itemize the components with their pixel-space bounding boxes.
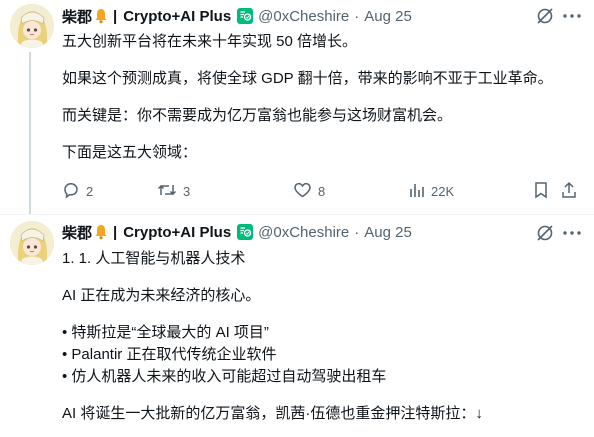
bookmark-icon — [533, 181, 549, 202]
text-line: 下面是这五大领域： — [62, 144, 198, 161]
thread-connector — [29, 52, 31, 214]
tweet-2[interactable]: 柴郡 | Crypto+AI Plus @0xCheshire · Aug 25… — [0, 215, 594, 437]
tweet-date[interactable]: Aug 25 — [364, 8, 412, 25]
tweet-1[interactable]: 柴郡 | Crypto+AI Plus @0xCheshire · Aug 25… — [0, 0, 594, 215]
retweet-button[interactable]: 3 — [157, 178, 190, 204]
share-button[interactable] — [560, 178, 578, 204]
grok-icon[interactable] — [535, 223, 555, 243]
share-icon — [560, 181, 578, 202]
tweet-text: 1. 1. 人工智能与机器人技术 AI 正在成为未来经济的核心。 • 特斯拉是“… — [62, 248, 582, 425]
author-name[interactable]: 柴郡 — [62, 222, 92, 243]
like-count: 8 — [318, 183, 326, 199]
author-subtitle[interactable]: Crypto+AI Plus — [123, 8, 231, 25]
grok-icon[interactable] — [535, 6, 555, 26]
text-line: • Palantir 正在取代传统企业软件 — [62, 346, 277, 363]
author-subtitle[interactable]: Crypto+AI Plus — [123, 224, 231, 241]
text-line: AI 将诞生一大批新的亿万富翁，凯茜·伍德也重金押注特斯拉：↓ — [62, 405, 483, 422]
meta-dot: · — [354, 223, 360, 241]
meta-dot: · — [354, 7, 360, 25]
tweet-header: 柴郡 | Crypto+AI Plus @0xCheshire · Aug 25 — [62, 5, 412, 27]
action-bar: 2 3 8 22K — [62, 178, 590, 204]
reply-icon — [62, 181, 80, 202]
like-button[interactable]: 8 — [293, 178, 325, 204]
more-icon[interactable] — [560, 223, 584, 243]
text-line: • 特斯拉是“全球最大的 AI 项目” — [62, 324, 269, 341]
verified-badge-icon — [237, 8, 254, 24]
avatar[interactable] — [10, 221, 54, 265]
tweet-date[interactable]: Aug 25 — [364, 224, 412, 241]
text-line: 而关键是：你不需要成为亿万富翁也能参与这场财富机会。 — [62, 107, 453, 124]
text-gap — [62, 270, 582, 285]
tweet-header: 柴郡 | Crypto+AI Plus @0xCheshire · Aug 25 — [62, 221, 412, 243]
author-handle[interactable]: @0xCheshire — [258, 8, 349, 25]
tweet-text: 五大创新平台将在未来十年实现 50 倍增长。 如果这个预测成真，将使全球 GDP… — [62, 31, 582, 164]
text-line: AI 正在成为未来经济的核心。 — [62, 287, 261, 304]
reply-count: 2 — [86, 183, 94, 199]
text-line: 如果这个预测成真，将使全球 GDP 翻十倍，带来的影响不亚于工业革命。 — [62, 70, 553, 87]
views-count: 22K — [431, 183, 455, 199]
like-icon — [293, 181, 312, 202]
author-handle[interactable]: @0xCheshire — [258, 224, 349, 241]
name-separator: | — [113, 223, 118, 241]
author-name[interactable]: 柴郡 — [62, 6, 92, 27]
more-icon[interactable] — [560, 6, 584, 26]
retweet-icon — [157, 181, 177, 202]
text-gap — [62, 90, 582, 105]
text-gap — [62, 307, 582, 322]
text-gap — [62, 53, 582, 68]
views-button[interactable]: 22K — [409, 178, 454, 204]
views-icon — [409, 181, 425, 202]
verified-badge-icon — [237, 224, 254, 240]
text-line: 五大创新平台将在未来十年实现 50 倍增长。 — [62, 33, 358, 50]
retweet-count: 3 — [183, 183, 191, 199]
text-line: 1. 1. 人工智能与机器人技术 — [62, 250, 246, 267]
text-line: • 仿人机器人未来的收入可能超过自动驾驶出租车 — [62, 368, 387, 385]
name-separator: | — [113, 7, 118, 25]
text-gap — [62, 388, 582, 403]
text-gap — [62, 127, 582, 142]
reply-button[interactable]: 2 — [62, 178, 93, 204]
bookmark-button[interactable] — [533, 178, 549, 204]
bell-icon — [94, 8, 108, 24]
bell-icon — [94, 224, 108, 240]
avatar[interactable] — [10, 4, 54, 48]
